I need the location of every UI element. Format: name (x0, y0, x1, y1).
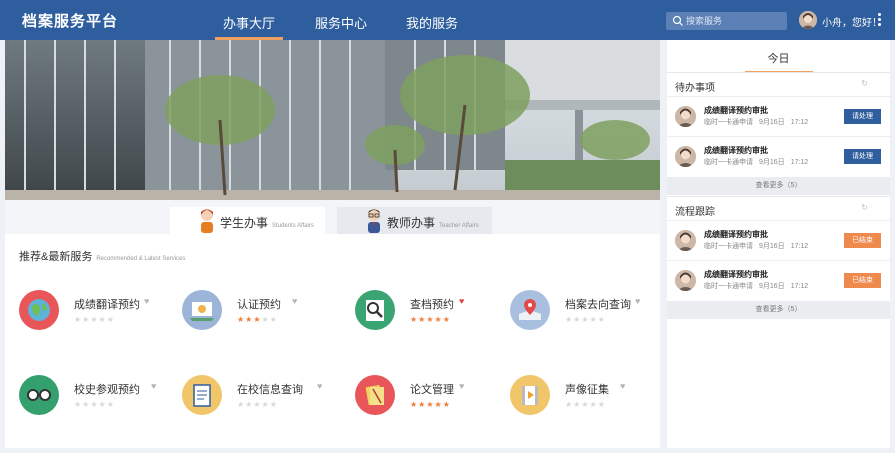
refresh-icon[interactable]: ↻ (861, 203, 868, 212)
service-name: 校史参观预约 (74, 384, 140, 396)
rating-stars: ★★★★★ (74, 315, 115, 324)
item-meta: 临时一卡通申请 9月16日 17:12 (704, 119, 809, 126)
favorite-heart-icon[interactable]: ♥ (620, 381, 625, 391)
item-title: 成绩翻译预约审批 (704, 270, 768, 279)
process-button[interactable]: 请处理 (844, 149, 881, 164)
pending-item[interactable]: 成绩翻译预约审批 临时一卡通申请 9月16日 17:12 请处理 (667, 136, 890, 176)
nav-my-services[interactable]: 我的服务 (406, 13, 458, 32)
rating-stars: ★★★★★ (237, 400, 278, 409)
nav-service-hall[interactable]: 办事大厅 (214, 13, 284, 40)
user-greeting[interactable]: 小舟，您好！ (822, 14, 882, 29)
service-card[interactable]: 档案去向查询 ♥ ★★★★★ (510, 290, 660, 335)
service-name: 成绩翻译预约 (74, 299, 140, 311)
app-logo[interactable]: 档案服务平台 (22, 10, 118, 31)
favorite-heart-icon[interactable]: ♥ (151, 381, 156, 391)
rating-stars: ★★★★★ (410, 400, 451, 409)
pending-title: 待办事项 (675, 83, 715, 94)
glasses-icon (19, 375, 59, 415)
main-panel: 学生办事 Students Affairs 教师办事 Teacher Affairs… (5, 40, 660, 448)
top-bar: 档案服务平台 办事大厅 服务中心 我的服务 小舟，您好！ (0, 0, 895, 40)
tracking-section-header: 流程跟踪 ↻ (667, 196, 890, 220)
service-card[interactable]: 认证预约 ♥ ★★★★★ (182, 290, 332, 335)
service-card[interactable]: 校史参观预约 ♥ ★★★★★ (19, 375, 169, 420)
item-meta: 临时一卡通申请 9月16日 17:12 (704, 283, 809, 290)
service-card[interactable]: 查档预约 ♥ ★★★★★ (355, 290, 505, 335)
today-label: 今日 (767, 53, 790, 65)
item-meta: 临时一卡通申请 9月16日 17:12 (704, 243, 809, 250)
clipboard-icon (182, 375, 222, 415)
finished-badge[interactable]: 已结束 (844, 273, 881, 288)
tab-student-label: 学生办事 Students Affairs (220, 216, 314, 230)
rating-stars: ★★★★★ (565, 400, 606, 409)
item-title: 成绩翻译预约审批 (704, 106, 768, 115)
refresh-icon[interactable]: ↻ (861, 79, 868, 88)
rating-stars: ★★★★★ (237, 315, 278, 324)
tab-student-affairs[interactable]: 学生办事 Students Affairs (170, 207, 325, 234)
tracking-view-more[interactable]: 查看更多（5） (667, 301, 890, 319)
applicant-avatar (675, 146, 696, 167)
teacher-avatar-icon (368, 209, 380, 233)
service-name: 认证预约 (237, 299, 281, 311)
film-icon (510, 375, 550, 415)
right-sidebar: 今日 待办事项 ↻ 成绩翻译预约审批 临时一卡通申请 9月16日 17:12 请处理… (667, 40, 890, 448)
magnifier-icon (355, 290, 395, 330)
item-title: 成绩翻译预约审批 (704, 146, 768, 155)
section-title: 推荐&最新服务 Recommended & Latest Services (19, 251, 186, 263)
item-meta: 临时一卡通申请 9月16日 17:12 (704, 159, 809, 166)
favorite-heart-icon[interactable]: ♥ (144, 296, 149, 306)
finished-badge[interactable]: 已结束 (844, 233, 881, 248)
favorite-heart-icon[interactable]: ♥ (459, 296, 464, 306)
favorite-heart-icon[interactable]: ♥ (459, 381, 464, 391)
tracking-title: 流程跟踪 (675, 207, 715, 218)
rating-stars: ★★★★★ (410, 315, 451, 324)
campus-banner-image (5, 40, 660, 200)
service-card[interactable]: 成绩翻译预约 ♥ ★★★★★ (19, 290, 169, 335)
tab-teacher-affairs[interactable]: 教师办事 Teacher Affairs (337, 207, 492, 234)
pending-item[interactable]: 成绩翻译预约审批 临时一卡通申请 9月16日 17:12 请处理 (667, 96, 890, 136)
rating-stars: ★★★★★ (74, 400, 115, 409)
search-input[interactable] (686, 12, 784, 30)
rating-stars: ★★★★★ (565, 315, 606, 324)
favorite-heart-icon[interactable]: ♥ (317, 381, 322, 391)
applicant-avatar (675, 270, 696, 291)
search-icon (672, 15, 683, 26)
user-avatar[interactable] (799, 11, 817, 29)
favorite-heart-icon[interactable]: ♥ (292, 296, 297, 306)
paper-icon (355, 375, 395, 415)
service-card[interactable]: 声像征集 ♥ ★★★★★ (510, 375, 660, 420)
process-button[interactable]: 请处理 (844, 109, 881, 124)
affairs-tabs: 学生办事 Students Affairs 教师办事 Teacher Affairs (5, 200, 660, 234)
item-title: 成绩翻译预约审批 (704, 230, 768, 239)
applicant-avatar (675, 230, 696, 251)
service-card[interactable]: 在校信息查询 ♥ ★★★★★ (182, 375, 332, 420)
tab-teacher-label: 教师办事 Teacher Affairs (387, 216, 479, 230)
service-name: 声像征集 (565, 384, 609, 396)
service-card[interactable]: 论文管理 ♥ ★★★★★ (355, 375, 505, 420)
more-menu-icon[interactable] (876, 12, 882, 28)
tracking-item[interactable]: 成绩翻译预约审批 临时一卡通申请 9月16日 17:12 已结束 (667, 220, 890, 260)
applicant-avatar (675, 106, 696, 127)
favorite-heart-icon[interactable]: ♥ (635, 296, 640, 306)
globe-icon (19, 290, 59, 330)
service-name: 在校信息查询 (237, 384, 303, 396)
service-name: 档案去向查询 (565, 299, 631, 311)
nav-service-center[interactable]: 服务中心 (315, 13, 367, 32)
pending-view-more[interactable]: 查看更多（5） (667, 177, 890, 195)
search-box[interactable] (666, 12, 787, 30)
tracking-item[interactable]: 成绩翻译预约审批 临时一卡通申请 9月16日 17:12 已结束 (667, 260, 890, 300)
service-name: 查档预约 (410, 299, 454, 311)
today-header[interactable]: 今日 (667, 40, 890, 72)
certificate-icon (182, 290, 222, 330)
service-name: 论文管理 (410, 384, 454, 396)
map-pin-icon (510, 290, 550, 330)
pending-section-header: 待办事项 ↻ (667, 72, 890, 96)
student-avatar-icon (201, 209, 213, 233)
